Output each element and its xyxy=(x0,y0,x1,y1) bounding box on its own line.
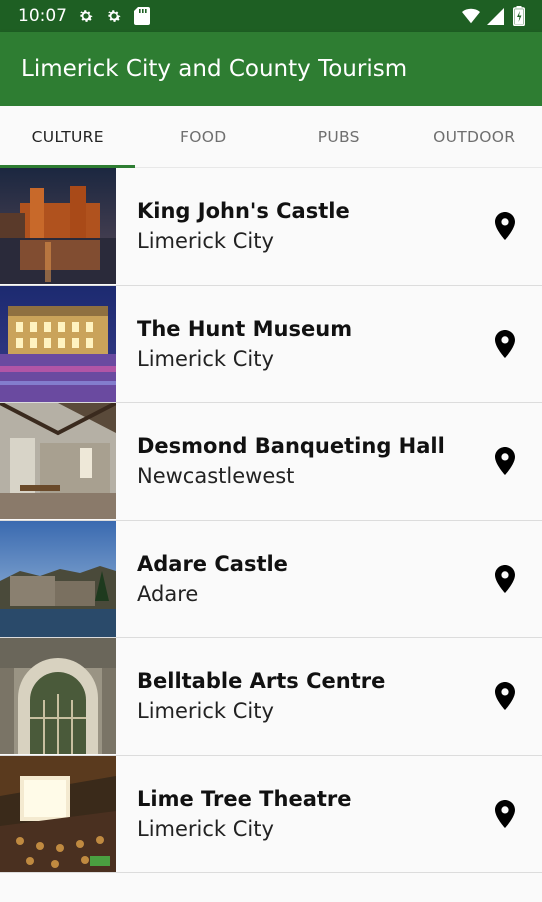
item-location: Limerick City xyxy=(137,816,274,841)
list-item[interactable]: Adare Castle Adare xyxy=(0,520,542,638)
map-pin-icon[interactable] xyxy=(485,324,525,364)
app-title: Limerick City and County Tourism xyxy=(21,56,408,82)
tab-food[interactable]: FOOD xyxy=(136,106,272,167)
item-location: Limerick City xyxy=(137,346,274,371)
map-pin-icon[interactable] xyxy=(485,559,525,599)
item-title: Belltable Arts Centre xyxy=(137,669,386,694)
tab-pubs[interactable]: PUBS xyxy=(271,106,407,167)
battery-icon xyxy=(510,6,528,26)
item-title: Desmond Banqueting Hall xyxy=(137,434,445,459)
thumbnail-image xyxy=(0,168,116,285)
item-location: Adare xyxy=(137,581,199,606)
item-title: The Hunt Museum xyxy=(137,316,353,341)
tab-indicator xyxy=(0,165,135,168)
item-title: King John's Castle xyxy=(137,199,350,224)
map-pin-icon[interactable] xyxy=(485,441,525,481)
item-location: Newcastlewest xyxy=(137,464,295,489)
tab-culture[interactable]: CULTURE xyxy=(0,106,136,167)
item-location: Limerick City xyxy=(137,699,274,724)
app-bar: Limerick City and County Tourism xyxy=(0,32,542,106)
map-pin-icon[interactable] xyxy=(485,794,525,834)
item-title: Lime Tree Theatre xyxy=(137,786,352,811)
sd-card-icon xyxy=(133,7,151,25)
signal-icon xyxy=(486,7,504,25)
map-pin-icon[interactable] xyxy=(485,206,525,246)
thumbnail-image xyxy=(0,403,116,520)
thumbnail-image xyxy=(0,520,116,637)
list-item[interactable]: King John's Castle Limerick City xyxy=(0,168,542,286)
settings-icon xyxy=(77,7,95,25)
status-bar: 10:07 xyxy=(0,0,542,32)
thumbnail-image xyxy=(0,755,116,872)
tab-bar: CULTURE FOOD PUBS OUTDOOR xyxy=(0,106,542,168)
settings-icon xyxy=(105,7,123,25)
thumbnail-image xyxy=(0,638,116,755)
list-item[interactable]: Desmond Banqueting Hall Newcastlewest xyxy=(0,403,542,521)
attractions-list: King John's Castle Limerick City The Hun… xyxy=(0,168,542,873)
wifi-icon xyxy=(462,7,480,25)
list-item[interactable]: The Hunt Museum Limerick City xyxy=(0,285,542,403)
item-location: Limerick City xyxy=(137,229,274,254)
thumbnail-image xyxy=(0,285,116,402)
list-item[interactable]: Lime Tree Theatre Limerick City xyxy=(0,755,542,873)
map-pin-icon[interactable] xyxy=(485,676,525,716)
list-item[interactable]: Belltable Arts Centre Limerick City xyxy=(0,638,542,756)
item-title: Adare Castle xyxy=(137,551,288,576)
status-time: 10:07 xyxy=(18,6,67,26)
tab-outdoor[interactable]: OUTDOOR xyxy=(407,106,542,167)
